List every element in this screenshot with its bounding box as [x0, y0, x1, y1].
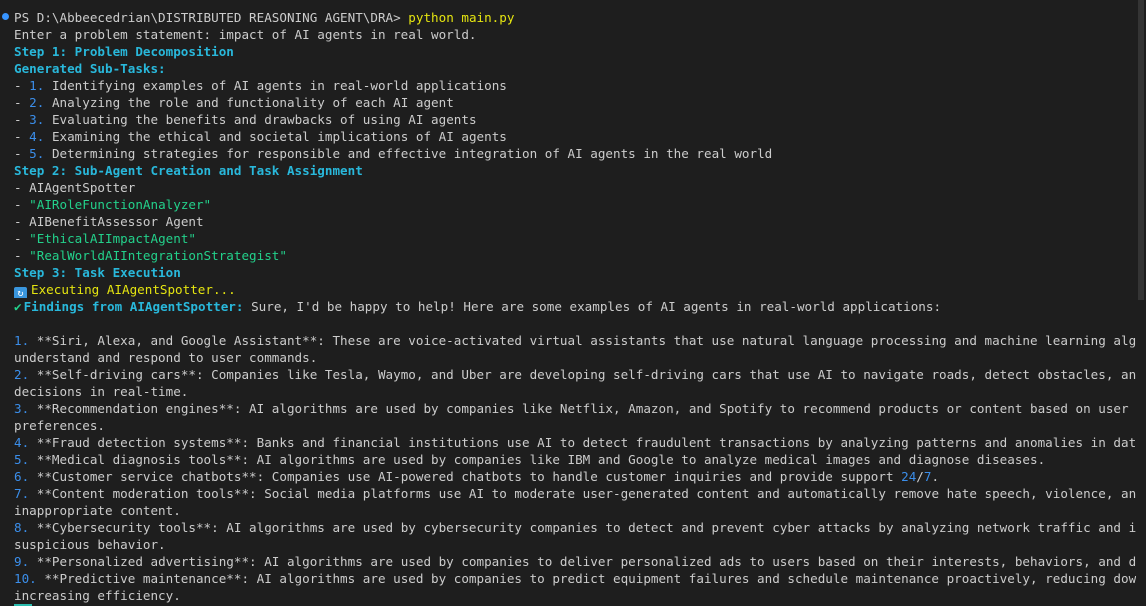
agent-item: - AIBenefitAssessor Agent	[14, 214, 204, 229]
findings-intro: Sure, I'd be happy to help! Here are som…	[243, 299, 942, 314]
step2-title: Step 2: Sub-Agent Creation and Task Assi…	[14, 163, 363, 178]
finding-line: 3. **Recommendation engines**: AI algori…	[14, 400, 1136, 417]
finding-number: 2.	[14, 367, 30, 382]
finding-text: **Personalized advertising**: AI algorit…	[29, 554, 1136, 569]
subtask-number: 5.	[29, 146, 45, 161]
step1-title: Step 1: Problem Decomposition	[14, 44, 234, 59]
finding-text: preferences.	[14, 418, 105, 433]
prompt-path: PS D:\Abbeecedrian\DISTRIBUTED REASONING…	[14, 10, 401, 25]
finding-text: **Recommendation engines**: AI algorithm…	[29, 401, 1136, 416]
finding-sep: /	[916, 469, 924, 484]
finding-line: 10. **Predictive maintenance**: AI algor…	[14, 570, 1136, 587]
agent-item: - "RealWorldAIIntegrationStrategist"	[14, 248, 287, 263]
subtask-item: - 3. Evaluating the benefits and drawbac…	[14, 112, 477, 127]
agent-name: "RealWorldAIIntegrationStrategist"	[29, 248, 287, 263]
finding-line: inappropriate content.	[14, 502, 1136, 519]
subtask-number: 2.	[29, 95, 45, 110]
finding-text: understand and respond to user commands.	[14, 350, 318, 365]
agent-item: - AIAgentSpotter	[14, 180, 136, 195]
finding-number: 3.	[14, 401, 30, 416]
subtask-item: - 2. Analyzing the role and functionalit…	[14, 95, 454, 110]
finding-line: preferences.	[14, 417, 1136, 434]
finding-text: **Content moderation tools**: Social med…	[29, 486, 1136, 501]
agent-name: AIAgentSpotter	[29, 180, 136, 195]
refresh-icon: ↻	[14, 287, 27, 298]
subtask-item: - 5. Determining strategies for responsi…	[14, 146, 773, 161]
finding-text: **Predictive maintenance**: AI algorithm…	[36, 571, 1136, 586]
terminal-scrollbar[interactable]	[1138, 0, 1144, 300]
agent-item: - "EthicalAIImpactAgent"	[14, 231, 196, 246]
subtask-number: 4.	[29, 129, 45, 144]
finding-number: 7.	[14, 486, 30, 501]
finding-number: 5.	[14, 452, 30, 467]
finding-hours: 24	[901, 469, 917, 484]
finding-end: .	[931, 469, 940, 484]
subtask-text: Determining strategies for responsible a…	[51, 146, 773, 161]
finding-line: understand and respond to user commands.	[14, 349, 1136, 366]
findings-header: ✔ Findings from AIAgentSpotter: Sure, I'd…	[14, 298, 1136, 315]
finding-text: **Self-driving cars**: Companies like Te…	[29, 367, 1136, 382]
finding-text: suspicious behavior.	[14, 537, 166, 552]
finding-text: **Fraud detection systems**: Banks and f…	[29, 435, 1136, 450]
prompt-status-dot-icon	[2, 13, 9, 20]
subtask-text: Evaluating the benefits and drawbacks of…	[51, 112, 477, 127]
finding-text: **Siri, Alexa, and Google Assistant**: T…	[29, 333, 1136, 348]
checkmark-icon: ✔	[14, 299, 22, 314]
finding-number: 8.	[14, 520, 30, 535]
step3-title: Step 3: Task Execution	[14, 265, 181, 280]
finding-number: 10.	[14, 571, 37, 586]
input-line: Enter a problem statement: impact of AI …	[14, 27, 477, 42]
finding-line: suspicious behavior.	[14, 536, 1136, 553]
agent-name: AIBenefitAssessor Agent	[29, 214, 204, 229]
finding-line: 2. **Self-driving cars**: Companies like…	[14, 366, 1136, 383]
finding-line: increasing efficiency.	[14, 587, 1136, 604]
subtask-list: - 1. Identifying examples of AI agents i…	[14, 77, 1136, 162]
subtask-text: Examining the ethical and societal impli…	[51, 129, 507, 144]
subtask-item: - 1. Identifying examples of AI agents i…	[14, 78, 507, 93]
finding-number: 1.	[14, 333, 30, 348]
subtask-text: Identifying examples of AI agents in rea…	[51, 78, 507, 93]
agent-name: "EthicalAIImpactAgent"	[29, 231, 196, 246]
finding-line: decisions in real-time.	[14, 383, 1136, 400]
finding-text: **Cybersecurity tools**: AI algorithms a…	[29, 520, 1136, 535]
finding-line: 5. **Medical diagnosis tools**: AI algor…	[14, 451, 1136, 468]
subtask-text: Analyzing the role and functionality of …	[51, 95, 454, 110]
terminal-panel[interactable]: PS D:\Abbeecedrian\DISTRIBUTED REASONING…	[0, 0, 1146, 606]
prompt-command: python main.py	[408, 10, 515, 25]
finding-line: 1. **Siri, Alexa, and Google Assistant**…	[14, 332, 1136, 349]
finding-text: decisions in real-time.	[14, 384, 189, 399]
finding-text: **Medical diagnosis tools**: AI algorith…	[29, 452, 1046, 467]
step1-subtitle: Generated Sub-Tasks:	[14, 61, 166, 76]
finding-line: 7. **Content moderation tools**: Social …	[14, 485, 1136, 502]
executing-text: Executing AIAgentSpotter...	[31, 282, 236, 297]
finding-line: 4. **Fraud detection systems**: Banks an…	[14, 434, 1136, 451]
prompt-line: PS D:\Abbeecedrian\DISTRIBUTED REASONING…	[14, 9, 1136, 26]
subtask-item: - 4. Examining the ethical and societal …	[14, 129, 507, 144]
finding-number: 4.	[14, 435, 30, 450]
agent-name: "AIRoleFunctionAnalyzer"	[29, 197, 212, 212]
finding-line: 9. **Personalized advertising**: AI algo…	[14, 553, 1136, 570]
subtask-number: 3.	[29, 112, 45, 127]
finding-number: 6.	[14, 469, 30, 484]
finding-line: 6. **Customer service chatbots**: Compan…	[14, 468, 1136, 485]
findings-label: Findings from AIAgentSpotter:	[23, 299, 244, 314]
finding-number: 9.	[14, 554, 30, 569]
agent-item: - "AIRoleFunctionAnalyzer"	[14, 197, 212, 212]
executing-line: ↻ Executing AIAgentSpotter...	[14, 281, 1136, 298]
findings-list: 1. **Siri, Alexa, and Google Assistant**…	[14, 332, 1136, 604]
finding-text: inappropriate content.	[14, 503, 181, 518]
finding-text: increasing efficiency.	[14, 588, 181, 603]
subtask-number: 1.	[29, 78, 45, 93]
agent-list: - AIAgentSpotter - "AIRoleFunctionAnalyze…	[14, 179, 1136, 264]
finding-line: 8. **Cybersecurity tools**: AI algorithm…	[14, 519, 1136, 536]
finding-text: **Customer service chatbots**: Companies…	[29, 469, 902, 484]
